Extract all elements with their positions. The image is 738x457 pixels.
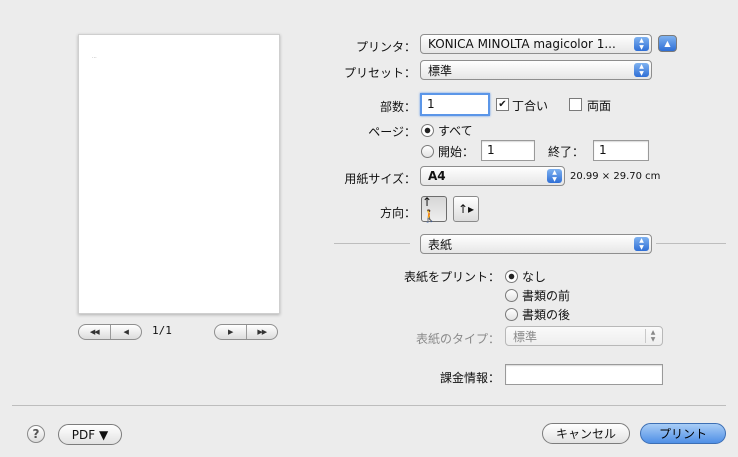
cancel-button[interactable]: キャンセル xyxy=(542,423,630,444)
duplex-label: 両面 xyxy=(587,99,612,113)
cover-print-label: 表紙をプリント： xyxy=(403,270,500,284)
popup-arrows-icon: ▲ ▼ xyxy=(634,237,649,251)
pages-to-label: 終了： xyxy=(548,145,585,159)
cover-before-radio[interactable] xyxy=(505,289,518,302)
copies-input[interactable]: 1 xyxy=(420,93,490,116)
pages-label: ページ： xyxy=(368,125,416,139)
printer-popup[interactable]: KONICA MINOLTA magicolor 1... ▲ ▼ xyxy=(420,34,652,54)
cover-after-label: 書類の後 xyxy=(522,308,571,322)
cover-before-label: 書類の前 xyxy=(522,289,571,303)
cover-type-label: 表紙のタイプ： xyxy=(415,332,500,346)
print-preview-page: ... xyxy=(78,34,280,314)
previous-page-button[interactable]: ◀ xyxy=(109,325,142,339)
page-indicator: 1/1 xyxy=(152,324,172,337)
preview-back-buttons: ◀◀ ◀ xyxy=(78,324,142,340)
disclosure-triangle-icon: ▲ xyxy=(664,39,671,48)
print-button[interactable]: プリント xyxy=(640,423,726,444)
billing-input[interactable] xyxy=(505,364,663,385)
popup-arrows-icon: ▲ ▼ xyxy=(547,169,562,183)
next-page-button[interactable]: ▶ xyxy=(215,325,246,339)
paper-size-popup[interactable]: A4 ▲ ▼ xyxy=(420,166,565,186)
duplex-checkbox[interactable] xyxy=(569,98,582,111)
collate-checkbox[interactable]: ✔ xyxy=(496,98,509,111)
orientation-portrait-button[interactable]: ↑🚶 xyxy=(421,195,447,223)
paper-size-value: A4 xyxy=(428,169,446,183)
cover-type-popup[interactable]: 標準 ▲ ▼ xyxy=(505,326,663,346)
section-divider-left xyxy=(334,243,410,244)
orientation-landscape-button[interactable]: ↑▸ xyxy=(453,196,479,222)
preset-popup[interactable]: 標準 ▲ ▼ xyxy=(420,60,652,80)
orientation-label: 方向： xyxy=(379,206,416,220)
pages-to-input[interactable]: 1 xyxy=(593,140,649,161)
printer-label: プリンタ： xyxy=(355,40,416,54)
popup-arrows-icon: ▲ ▼ xyxy=(645,329,660,343)
preset-value: 標準 xyxy=(428,63,453,78)
preview-content-mark: ... xyxy=(92,54,97,60)
cover-type-value: 標準 xyxy=(513,329,538,344)
last-page-button[interactable]: ▶▶ xyxy=(245,325,278,339)
landscape-person-icon: ↑▸ xyxy=(457,202,475,216)
help-button[interactable]: ? xyxy=(27,425,45,443)
paper-size-label: 用紙サイズ： xyxy=(344,172,416,186)
pages-from-input[interactable]: 1 xyxy=(481,140,535,161)
portrait-person-icon: ↑🚶 xyxy=(422,195,437,223)
section-divider-right xyxy=(656,243,726,244)
copies-label: 部数： xyxy=(379,100,416,114)
pages-from-label: 開始： xyxy=(438,145,475,159)
billing-label: 課金情報： xyxy=(439,371,500,385)
popup-arrows-icon: ▲ ▼ xyxy=(634,63,649,77)
pdf-button[interactable]: PDF ▼ xyxy=(58,424,122,445)
cover-none-radio[interactable] xyxy=(505,270,518,283)
first-page-button[interactable]: ◀◀ xyxy=(79,325,110,339)
printer-value: KONICA MINOLTA magicolor 1... xyxy=(428,37,616,51)
pages-all-label: すべて xyxy=(438,124,473,138)
pages-all-radio[interactable] xyxy=(421,124,434,137)
popup-arrows-icon: ▲ ▼ xyxy=(634,37,649,51)
cover-after-radio[interactable] xyxy=(505,308,518,321)
pages-range-radio[interactable] xyxy=(421,145,434,158)
expand-dialog-button[interactable]: ▲ xyxy=(658,35,677,52)
preview-forward-buttons: ▶ ▶▶ xyxy=(214,324,278,340)
panel-section-value: 表紙 xyxy=(428,237,453,252)
preset-label: プリセット： xyxy=(343,66,416,80)
bottom-separator xyxy=(12,405,726,406)
cover-none-label: なし xyxy=(522,270,547,284)
help-icon: ? xyxy=(32,427,40,441)
panel-section-popup[interactable]: 表紙 ▲ ▼ xyxy=(420,234,652,254)
paper-dimensions: 20.99 × 29.70 cm xyxy=(570,171,661,182)
collate-label: 丁合い xyxy=(512,99,549,113)
